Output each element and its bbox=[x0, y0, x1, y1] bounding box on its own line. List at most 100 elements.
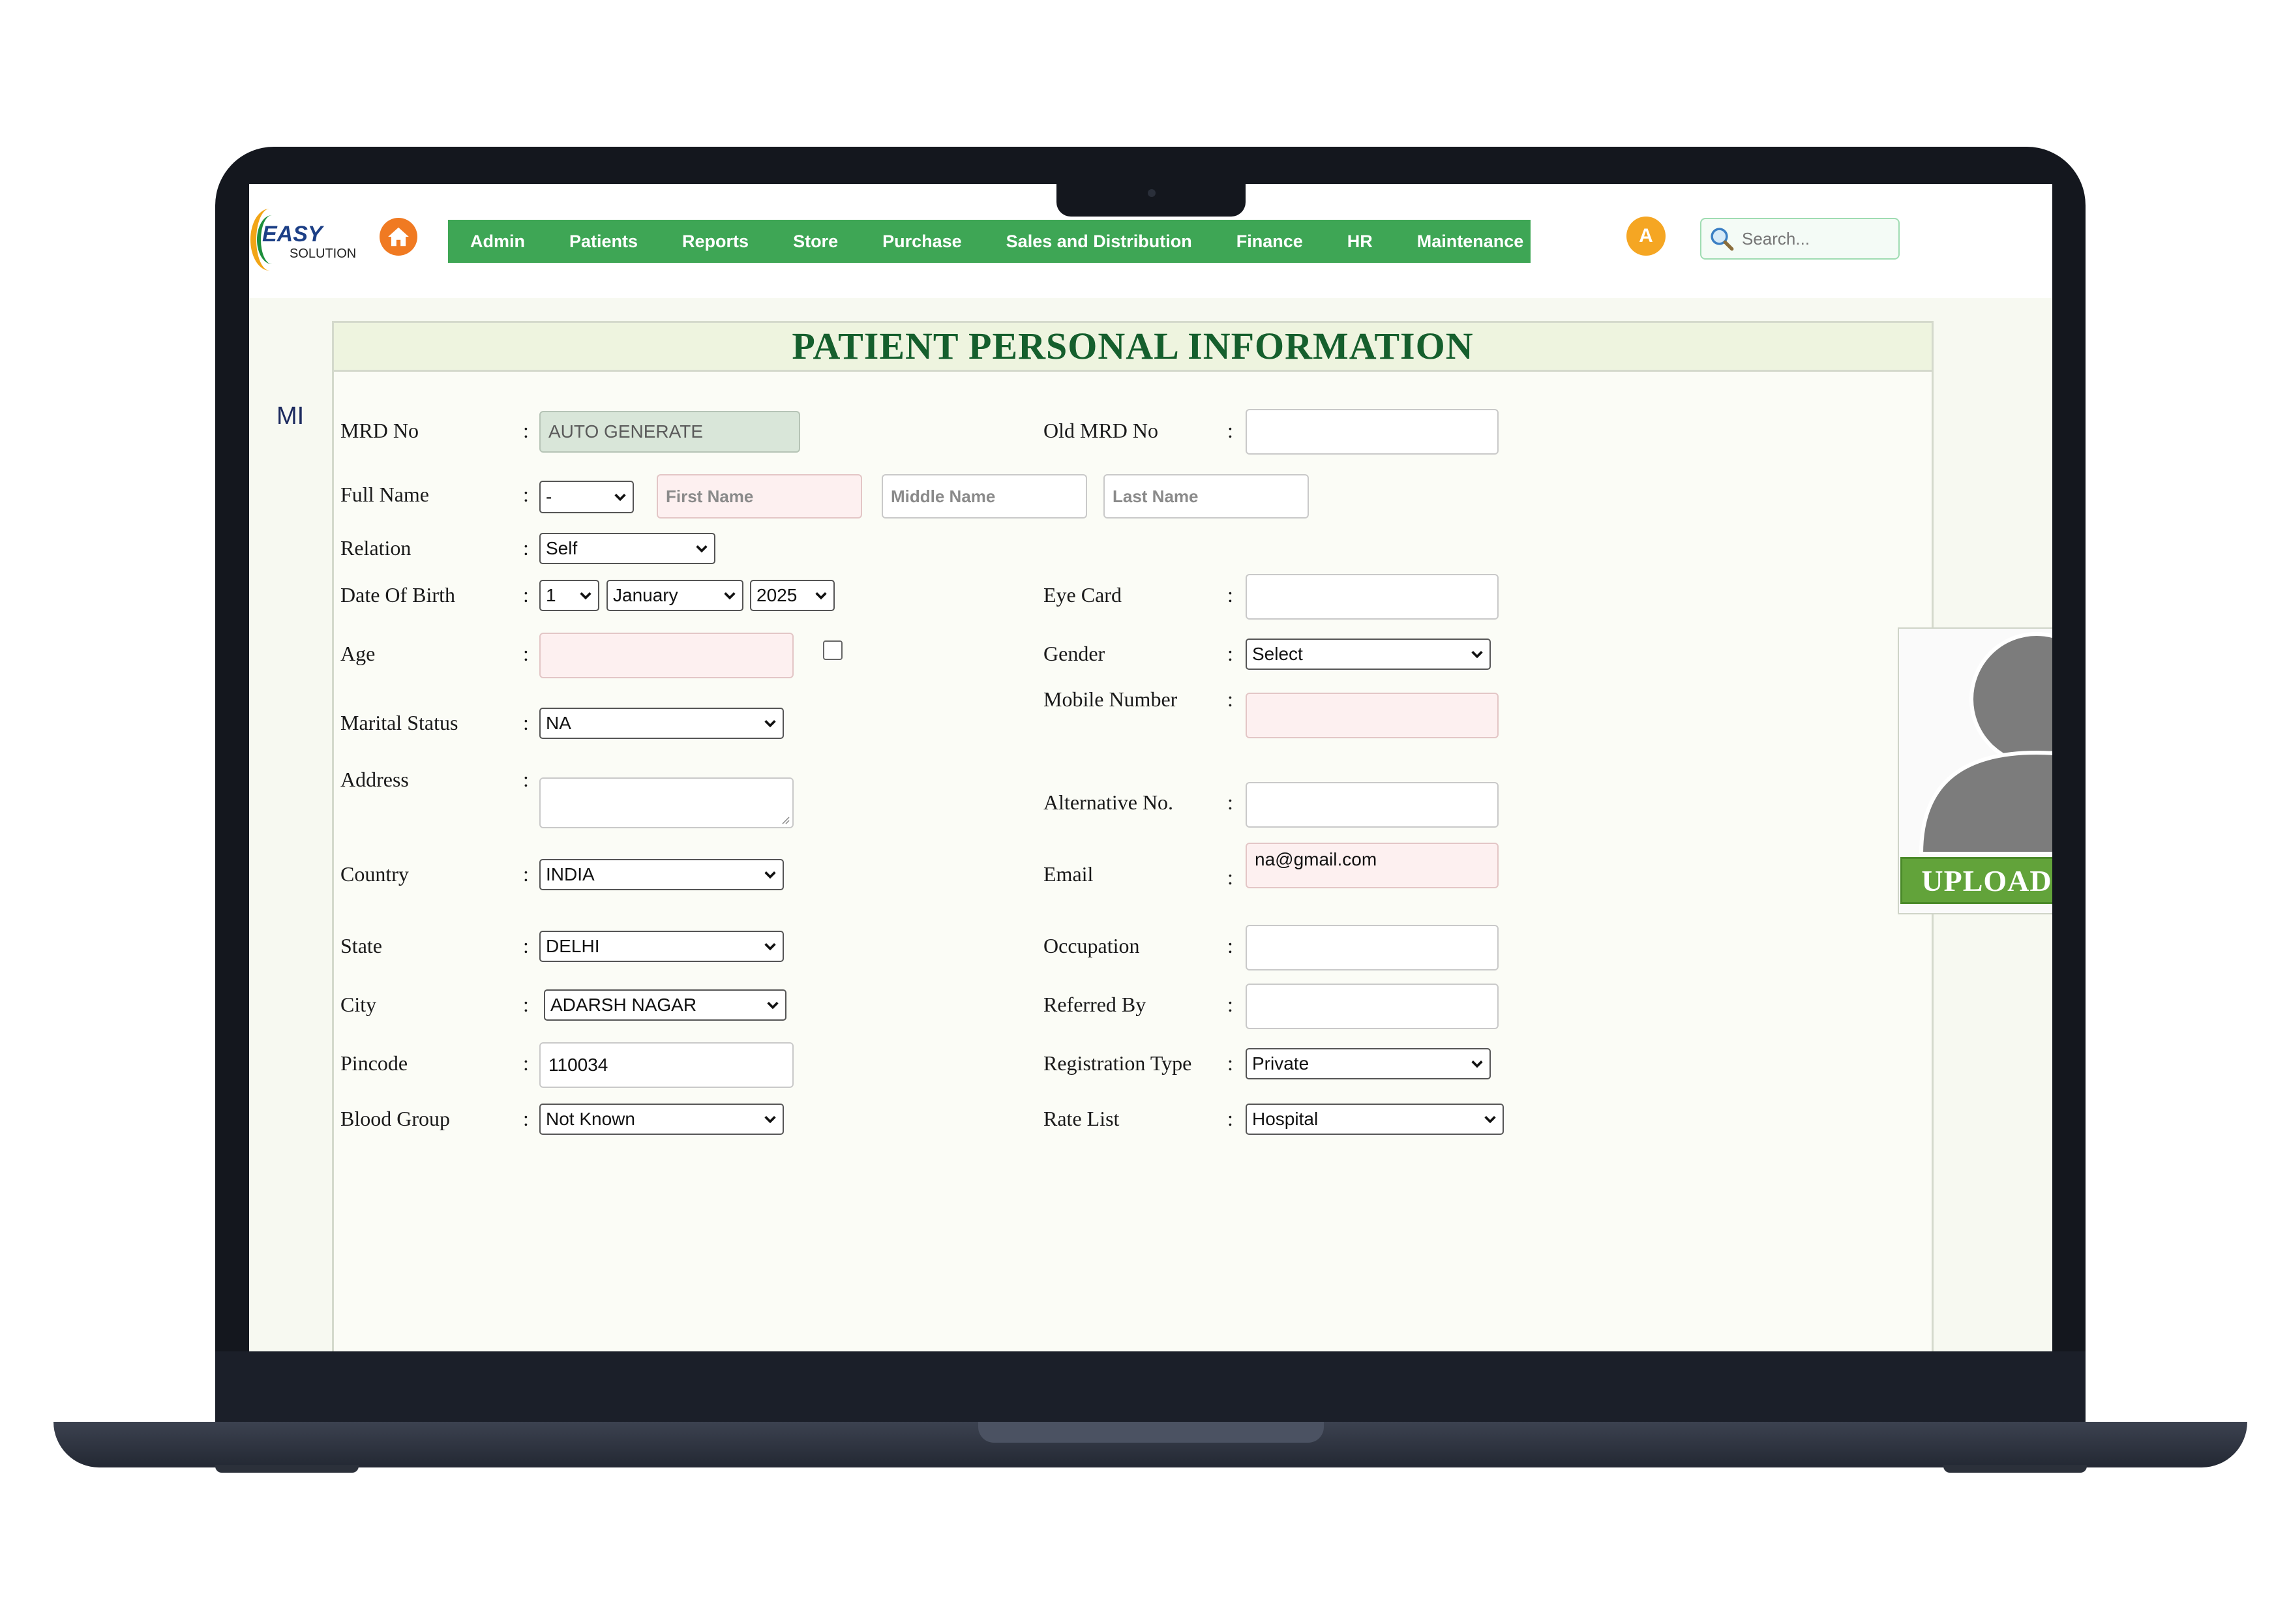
sidebar-label[interactable]: MI bbox=[277, 402, 304, 430]
full-name-colon: : bbox=[523, 483, 529, 506]
age-input[interactable] bbox=[539, 633, 794, 678]
nav-item-reports[interactable]: Reports bbox=[660, 232, 771, 252]
marital-status-label: Marital Status bbox=[340, 711, 458, 734]
state-colon: : bbox=[523, 934, 529, 957]
address-textarea[interactable] bbox=[539, 777, 794, 828]
occupation-label: Occupation bbox=[1043, 934, 1140, 957]
chevron-down-icon bbox=[580, 592, 591, 600]
last-name-input[interactable]: Last Name bbox=[1103, 474, 1309, 519]
logo-text-easy: EASY bbox=[262, 222, 323, 247]
relation-select[interactable]: Self bbox=[539, 533, 715, 564]
state-select[interactable]: DELHI bbox=[539, 931, 784, 962]
city-select[interactable]: ADARSH NAGAR bbox=[544, 989, 786, 1021]
chevron-down-icon bbox=[764, 871, 776, 879]
chevron-down-icon bbox=[1471, 1060, 1483, 1068]
city-value: ADARSH NAGAR bbox=[550, 995, 697, 1015]
age-colon: : bbox=[523, 642, 529, 665]
dob-day-select[interactable]: 1 bbox=[539, 580, 599, 611]
nav-item-store[interactable]: Store bbox=[771, 232, 860, 252]
mrd-no-field: AUTO GENERATE bbox=[539, 411, 800, 453]
rate-list-colon: : bbox=[1227, 1107, 1233, 1130]
blood-group-colon: : bbox=[523, 1107, 529, 1130]
chevron-down-icon bbox=[696, 545, 708, 553]
occupation-input[interactable] bbox=[1246, 925, 1499, 970]
user-avatar[interactable]: A bbox=[1626, 217, 1666, 256]
age-label: Age bbox=[340, 642, 376, 665]
country-select[interactable]: INDIA bbox=[539, 859, 784, 890]
city-label: City bbox=[340, 993, 377, 1016]
search-box[interactable] bbox=[1700, 218, 1900, 260]
country-colon: : bbox=[523, 862, 529, 886]
chevron-down-icon bbox=[767, 1002, 779, 1010]
mobile-number-label: Mobile Number bbox=[1043, 687, 1178, 711]
chevron-down-icon bbox=[764, 1116, 776, 1124]
nav-item-purchase[interactable]: Purchase bbox=[860, 232, 984, 252]
name-prefix-select[interactable]: - bbox=[539, 481, 634, 513]
home-button[interactable] bbox=[380, 218, 417, 256]
country-label: Country bbox=[340, 862, 409, 886]
alternative-no-colon: : bbox=[1227, 790, 1233, 814]
chevron-down-icon bbox=[724, 592, 736, 600]
camera-lens bbox=[1148, 189, 1156, 197]
age-checkbox[interactable] bbox=[823, 640, 843, 660]
dob-day-value: 1 bbox=[546, 585, 556, 605]
chevron-down-icon bbox=[614, 494, 626, 502]
blood-group-value: Not Known bbox=[546, 1109, 635, 1129]
laptop-opening-lip bbox=[978, 1422, 1324, 1443]
old-mrd-no-input[interactable] bbox=[1246, 409, 1499, 455]
nav-item-admin[interactable]: Admin bbox=[448, 232, 547, 252]
eye-card-input[interactable] bbox=[1246, 574, 1499, 620]
nav-item-patients[interactable]: Patients bbox=[547, 232, 660, 252]
rate-list-select[interactable]: Hospital bbox=[1246, 1104, 1504, 1135]
chevron-down-icon bbox=[1471, 651, 1483, 659]
search-icon bbox=[1711, 228, 1734, 251]
gender-label: Gender bbox=[1043, 642, 1105, 665]
easy-solution-logo[interactable]: EASY SOLUTION bbox=[249, 203, 357, 275]
main-nav: Admin Patients Reports Store Purchase Sa… bbox=[448, 220, 1531, 263]
gender-select[interactable]: Select bbox=[1246, 639, 1491, 670]
chevron-down-icon bbox=[815, 592, 827, 600]
rate-list-label: Rate List bbox=[1043, 1107, 1120, 1130]
old-mrd-no-colon: : bbox=[1227, 419, 1233, 442]
gender-value: Select bbox=[1252, 644, 1303, 664]
occupation-colon: : bbox=[1227, 934, 1233, 957]
first-name-input[interactable]: First Name bbox=[657, 474, 862, 519]
referred-by-input[interactable] bbox=[1246, 984, 1499, 1029]
city-colon: : bbox=[523, 993, 529, 1016]
laptop-foot-left bbox=[215, 1465, 359, 1473]
nav-item-hr[interactable]: HR bbox=[1325, 232, 1395, 252]
marital-status-value: NA bbox=[546, 713, 571, 733]
dob-year-select[interactable]: 2025 bbox=[750, 580, 835, 611]
middle-name-input[interactable]: Middle Name bbox=[882, 474, 1087, 519]
registration-type-select[interactable]: Private bbox=[1246, 1048, 1491, 1079]
home-icon bbox=[388, 227, 409, 247]
default-avatar-icon bbox=[1919, 632, 2052, 854]
nav-item-finance[interactable]: Finance bbox=[1214, 232, 1325, 252]
marital-status-select[interactable]: NA bbox=[539, 708, 784, 739]
search-input[interactable] bbox=[1741, 228, 1887, 250]
marital-status-colon: : bbox=[523, 711, 529, 734]
resize-grip-icon[interactable] bbox=[781, 815, 790, 824]
last-name-placeholder: Last Name bbox=[1113, 486, 1199, 506]
nav-item-sales-distribution[interactable]: Sales and Distribution bbox=[984, 232, 1214, 252]
email-label: Email bbox=[1043, 862, 1094, 886]
email-input[interactable]: na@gmail.com bbox=[1246, 843, 1499, 888]
mrd-no-label: MRD No bbox=[340, 419, 419, 442]
registration-type-label: Registration Type bbox=[1043, 1051, 1192, 1075]
chevron-down-icon bbox=[764, 720, 776, 728]
blood-group-select[interactable]: Not Known bbox=[539, 1104, 784, 1135]
relation-value: Self bbox=[546, 538, 578, 558]
middle-name-placeholder: Middle Name bbox=[891, 486, 996, 506]
nav-item-maintenance[interactable]: Maintenance bbox=[1395, 232, 1546, 252]
eye-card-label: Eye Card bbox=[1043, 583, 1122, 607]
dob-month-select[interactable]: January bbox=[606, 580, 743, 611]
pincode-value: 110034 bbox=[548, 1055, 608, 1075]
pincode-input[interactable]: 110034 bbox=[539, 1042, 794, 1088]
mobile-number-input[interactable] bbox=[1246, 693, 1499, 738]
upload-button[interactable]: UPLOAD bbox=[1900, 857, 2052, 904]
alternative-no-input[interactable] bbox=[1246, 782, 1499, 828]
screen-bottom-bezel bbox=[215, 1351, 2086, 1423]
eye-card-colon: : bbox=[1227, 583, 1233, 607]
mrd-no-colon: : bbox=[523, 419, 529, 442]
logo-text-solution: SOLUTION bbox=[290, 247, 357, 261]
